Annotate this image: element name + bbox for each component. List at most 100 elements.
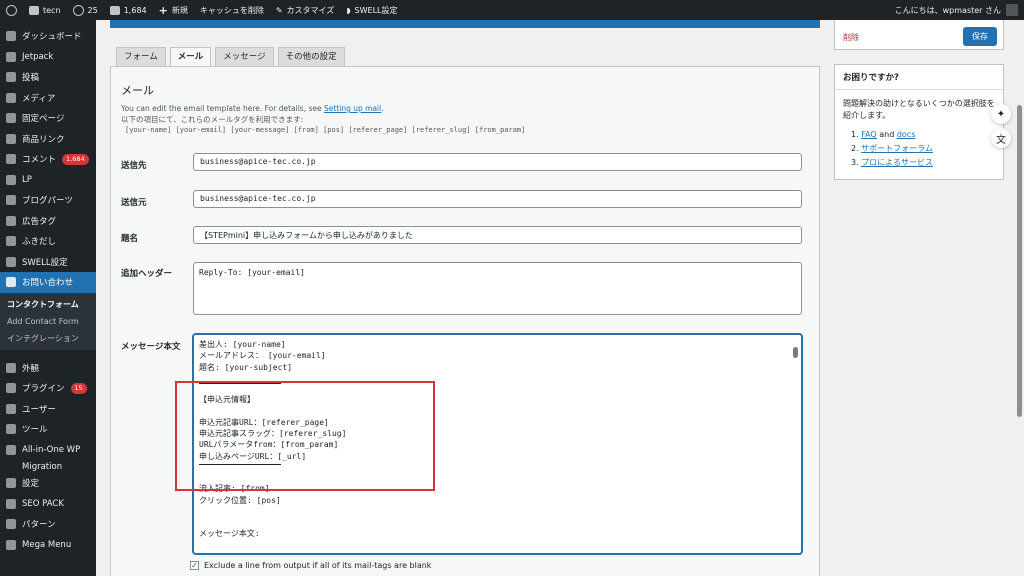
sidebar-item-label: Mega Menu <box>22 539 72 550</box>
balloon-icon <box>6 236 16 247</box>
sidebar-item-label: パターン <box>22 520 56 531</box>
sidebar-item-label: 外観 <box>22 363 40 374</box>
to-field[interactable]: business@apice-tec.co.jp <box>193 153 802 171</box>
sidebar-item[interactable]: ブログパーツ <box>0 190 96 211</box>
sidebar-item[interactable]: 投稿 <box>0 67 96 88</box>
sidebar-item[interactable]: Migration <box>0 460 96 473</box>
message-body-label: メッセージ本文 <box>121 342 181 352</box>
sidebar-item-label: ツール <box>22 425 48 436</box>
clear-cache-link[interactable]: キャッシュを削除 <box>194 0 270 20</box>
site-name-link[interactable]: tecn <box>23 0 67 20</box>
sidebar-item[interactable]: 商品リンク <box>0 129 96 150</box>
sidebar-item[interactable]: SWELL設定 <box>0 252 96 273</box>
avatar <box>1006 4 1018 16</box>
submenu-contact-form[interactable]: コンタクトフォーム <box>0 296 96 313</box>
save-button[interactable]: 保存 <box>963 27 997 46</box>
sidebar-item[interactable]: 広告タグ <box>0 211 96 232</box>
sidebar-item[interactable]: 固定ページ <box>0 108 96 129</box>
textarea-scrollbar[interactable] <box>793 347 798 359</box>
translate-icon[interactable]: 文 <box>991 128 1011 148</box>
sidebar-item-label: Jetpack <box>22 51 54 62</box>
mail-description: You can edit the email template here. Fo… <box>121 104 384 124</box>
swell-icon: ◗ <box>346 5 351 15</box>
subject-field[interactable]: 【STEPmini】申し込みフォームから申し込みがありました <box>193 226 802 244</box>
new-content-link[interactable]: + 新規 <box>153 0 194 20</box>
seo-icon <box>6 498 16 509</box>
body-line <box>199 506 796 517</box>
tools-icon <box>6 424 16 435</box>
sidebar-item[interactable]: ユーザー <box>0 399 96 420</box>
sidebar-item[interactable]: ふきだし <box>0 231 96 252</box>
sidebar-item-label: ブログパーツ <box>22 196 73 207</box>
sidebar-item-label: コメント <box>22 155 57 166</box>
from-field[interactable]: business@apice-tec.co.jp <box>193 190 802 208</box>
wp-logo-button[interactable] <box>0 0 23 20</box>
wordpress-icon <box>6 4 17 16</box>
sidebar-item-label: SWELL設定 <box>22 257 68 268</box>
lp-icon <box>6 174 16 185</box>
count-badge: 15 <box>70 382 87 394</box>
sidebar-item[interactable]: メディア <box>0 88 96 109</box>
headers-label: 追加ヘッダー <box>121 269 173 279</box>
body-line: メールアドレス： [your-email] <box>199 351 326 361</box>
tab-additional-settings[interactable]: その他の設定 <box>277 47 345 66</box>
sidebar-item-label: SEO PACK <box>22 498 64 509</box>
sidebar-item-label: 固定ページ <box>22 114 65 125</box>
support-forum-link[interactable]: サポートフォーラム <box>861 144 933 153</box>
pin-icon <box>6 72 16 83</box>
tab-mail[interactable]: メール <box>169 47 212 67</box>
mail-panel: メール You can edit the email template here… <box>110 66 820 576</box>
checkbox-checked-icon[interactable]: ✓ <box>190 561 199 570</box>
sidebar-item[interactable]: All-in-One WP <box>0 440 96 461</box>
ad-tag-icon <box>6 215 16 226</box>
page-scrollbar[interactable] <box>1017 105 1022 417</box>
pro-services-link[interactable]: プロによるサービス <box>861 158 933 167</box>
sidebar-item[interactable]: 外観 <box>0 358 96 379</box>
sidebar-item-label: All-in-One WP <box>22 444 81 455</box>
sidebar-item[interactable]: 設定 <box>0 473 96 494</box>
help-title: お困りですか? <box>835 65 1003 90</box>
exclude-blank-lines-option[interactable]: ✓ Exclude a line from output if all of i… <box>190 561 431 570</box>
help-box: お困りですか? 問題解決の助けとなるいくつかの選択肢を紹介します。 1. FAQ… <box>834 64 1004 180</box>
highlight-box <box>175 381 435 491</box>
sidebar-item-contact[interactable]: お問い合わせ <box>0 272 96 293</box>
sidebar-item[interactable]: SEO PACK <box>0 494 96 515</box>
body-line <box>199 517 796 528</box>
sparkle-icon[interactable]: ✦ <box>991 104 1011 124</box>
customize-link[interactable]: ✎ カスタマイズ <box>270 0 340 20</box>
migration-icon <box>6 444 16 455</box>
user-icon <box>6 403 16 414</box>
additional-headers-field[interactable]: Reply-To: [your-email] <box>193 262 802 315</box>
my-account-link[interactable]: こんにちは、wpmaster さん <box>895 4 1024 16</box>
sidebar-item[interactable]: ツール <box>0 419 96 440</box>
sidebar-item[interactable]: Mega Menu <box>0 535 96 556</box>
faq-link[interactable]: FAQ <box>861 130 877 139</box>
submenu-add-contact-form[interactable]: Add Contact Form <box>0 313 96 330</box>
plus-icon: + <box>158 3 168 17</box>
docs-link[interactable]: docs <box>897 130 916 139</box>
delete-link[interactable]: 削除 <box>843 32 859 43</box>
tab-form[interactable]: フォーム <box>116 47 166 66</box>
sidebar-item[interactable]: プラグイン 15 <box>0 378 96 399</box>
mail-tags: [your-name] [your-email] [your-message] … <box>125 126 526 134</box>
brush-icon: ✎ <box>275 5 283 15</box>
comments-link[interactable]: 1,684 <box>104 0 153 20</box>
jetpack-icon <box>6 51 16 62</box>
help-item-forum: 2. サポートフォーラム <box>851 144 933 153</box>
sidebar-item[interactable]: ダッシュボード <box>0 26 96 47</box>
sidebar-item[interactable]: コメント 1,684 <box>0 149 96 170</box>
sidebar-item[interactable]: LP <box>0 170 96 191</box>
sidebar-item-label: LP <box>22 174 32 185</box>
home-icon <box>29 5 39 15</box>
submenu-integration[interactable]: インテグレーション <box>0 330 96 347</box>
setting-up-mail-link[interactable]: Setting up mail <box>324 104 381 113</box>
tab-messages[interactable]: メッセージ <box>215 47 274 66</box>
count-badge: 1,684 <box>62 153 89 165</box>
sidebar-item[interactable]: パターン <box>0 514 96 535</box>
notice-strip <box>110 20 820 28</box>
updates-link[interactable]: 25 <box>67 0 104 20</box>
swell-settings-link[interactable]: ◗ SWELL設定 <box>340 0 403 20</box>
from-label: 送信元 <box>121 198 147 208</box>
mail-panel-title: メール <box>121 84 154 97</box>
sidebar-item[interactable]: Jetpack <box>0 47 96 68</box>
